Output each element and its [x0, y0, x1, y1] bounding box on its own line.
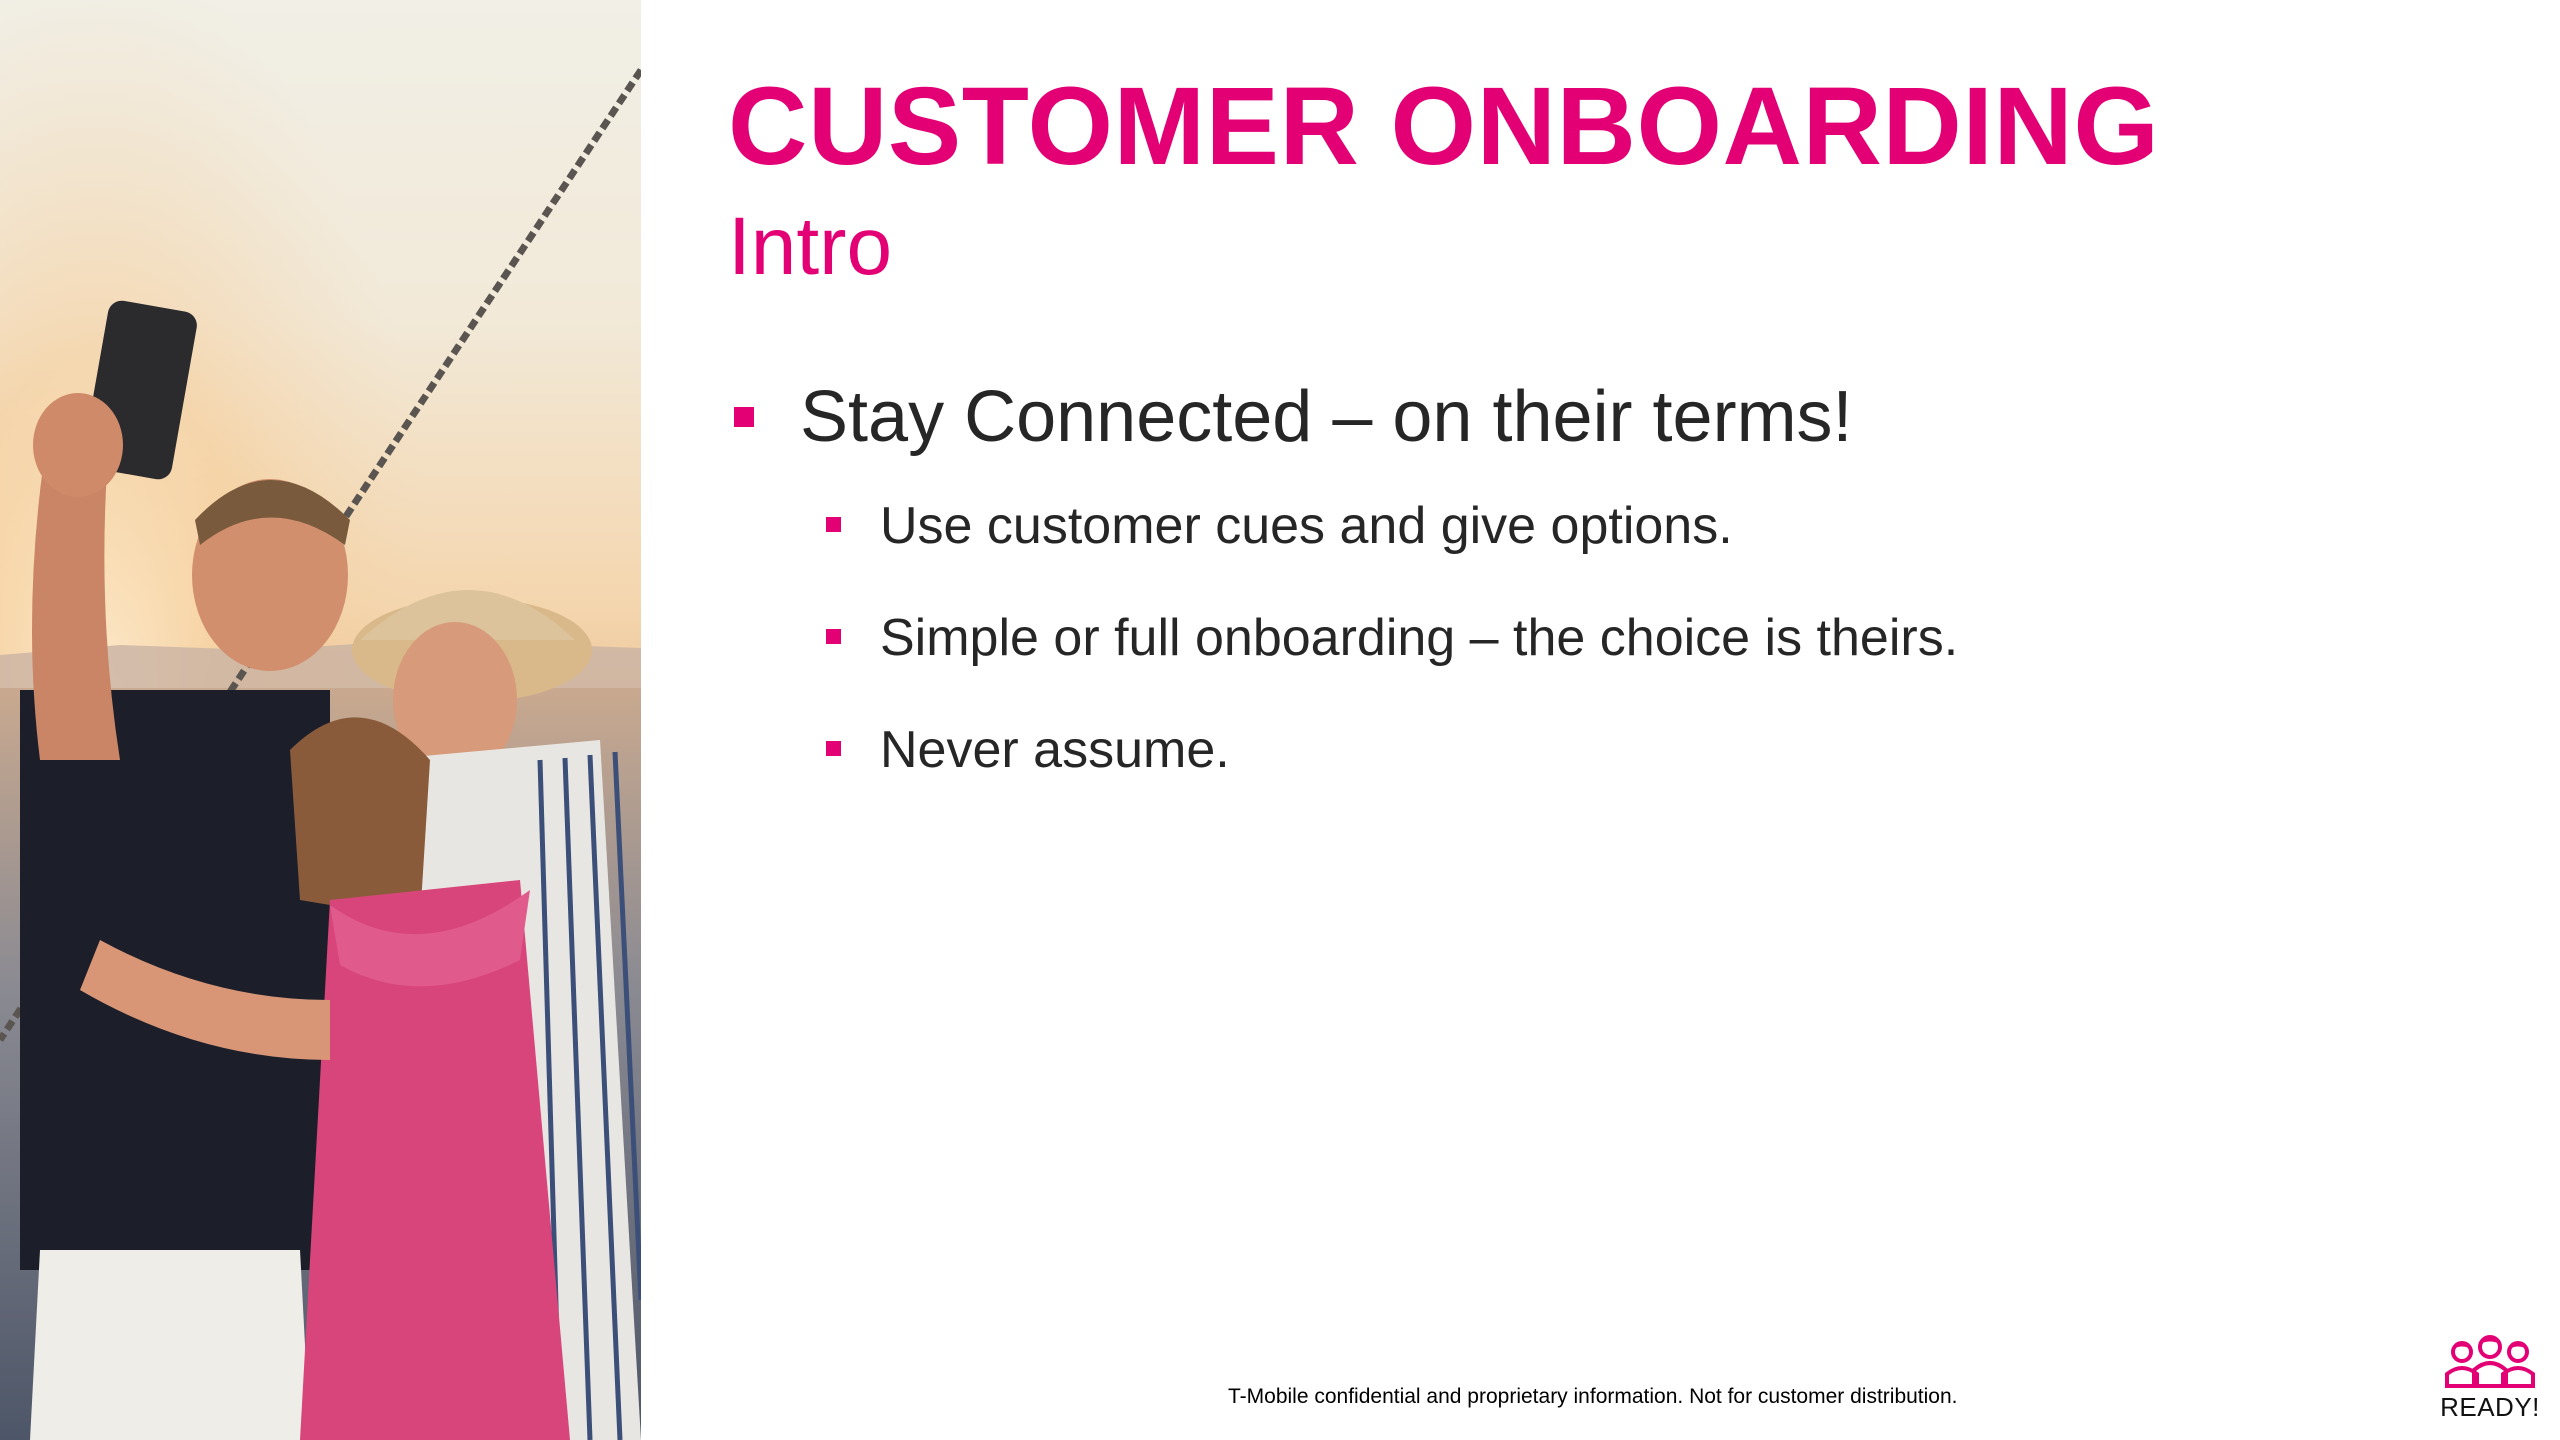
sub-bullet-3: Never assume.: [824, 714, 2428, 786]
photo-illustration: [0, 0, 641, 1440]
sub-bullet-text: Use customer cues and give options.: [880, 497, 1733, 555]
sub-bullet-text: Never assume.: [880, 721, 1230, 779]
sub-bullet-2: Simple or full onboarding – the choice i…: [824, 602, 2428, 674]
slide-subtitle: Intro: [728, 201, 893, 292]
bullet-square-icon: [826, 741, 841, 756]
bullet-square-icon: [826, 517, 841, 532]
people-group-icon: [2445, 1335, 2535, 1388]
slide-title: CUSTOMER ONBOARDING: [728, 65, 2160, 188]
sub-bullet-1: Use customer cues and give options.: [824, 490, 2428, 562]
sub-bullet-text: Simple or full onboarding – the choice i…: [880, 609, 1959, 667]
family-selfie-photo: [0, 0, 641, 1440]
bullet-main-text: Stay Connected – on their terms!: [800, 377, 1853, 457]
bullet-square-icon: [826, 629, 841, 644]
confidentiality-footer: T-Mobile confidential and proprietary in…: [1228, 1385, 1958, 1408]
bullet-square-icon: [734, 407, 754, 427]
bullet-main: Stay Connected – on their terms!: [728, 370, 2428, 464]
ready-logo: READY!: [2440, 1334, 2540, 1424]
bullet-list: Stay Connected – on their terms! Use cus…: [728, 370, 2428, 786]
slide: CUSTOMER ONBOARDING Intro Stay Connected…: [0, 0, 2560, 1440]
ready-logo-text: READY!: [2440, 1392, 2540, 1422]
